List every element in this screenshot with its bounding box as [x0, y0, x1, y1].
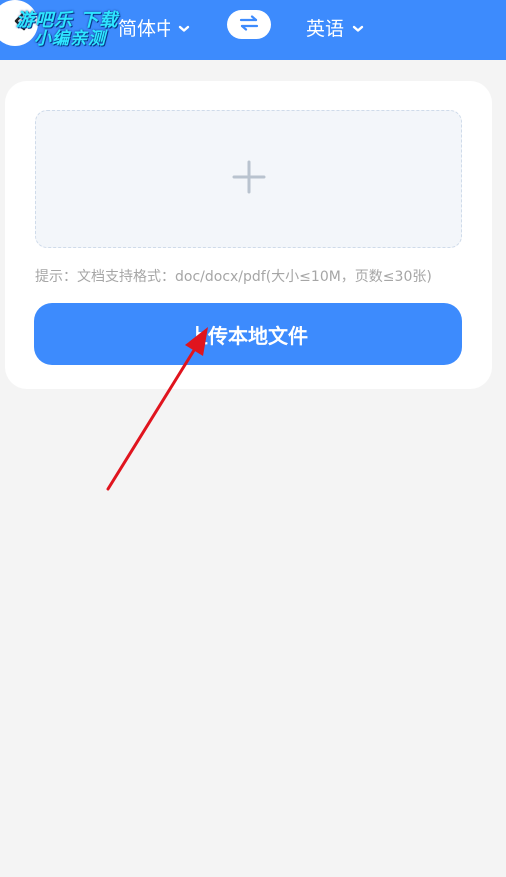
chevron-down-icon: [178, 16, 190, 38]
format-hint: 提示：文档支持格式：doc/docx/pdf(大小≤10M，页数≤30张): [35, 269, 432, 285]
watermark-line-2: 小编亲测: [34, 28, 106, 49]
back-button[interactable]: [0, 0, 38, 46]
top-bar: 简体中... 英语: [0, 0, 506, 60]
source-language-label: 简体中...: [118, 17, 170, 40]
swap-languages-button[interactable]: [227, 10, 271, 39]
upload-card: 提示：文档支持格式：doc/docx/pdf(大小≤10M，页数≤30张) 上传…: [5, 81, 492, 389]
plus-icon: [232, 160, 266, 198]
chevron-down-icon: [352, 16, 364, 38]
file-drop-zone[interactable]: [35, 110, 462, 248]
chevron-left-icon: [3, 11, 27, 35]
swap-arrows-icon: [238, 14, 260, 35]
target-language-label: 英语: [306, 17, 345, 40]
upload-local-file-button[interactable]: 上传本地文件: [34, 303, 462, 365]
target-language-selector[interactable]: 英语: [306, 13, 364, 41]
source-language-selector[interactable]: 简体中...: [118, 13, 190, 41]
document-translate-page: 简体中... 英语: [0, 0, 506, 877]
